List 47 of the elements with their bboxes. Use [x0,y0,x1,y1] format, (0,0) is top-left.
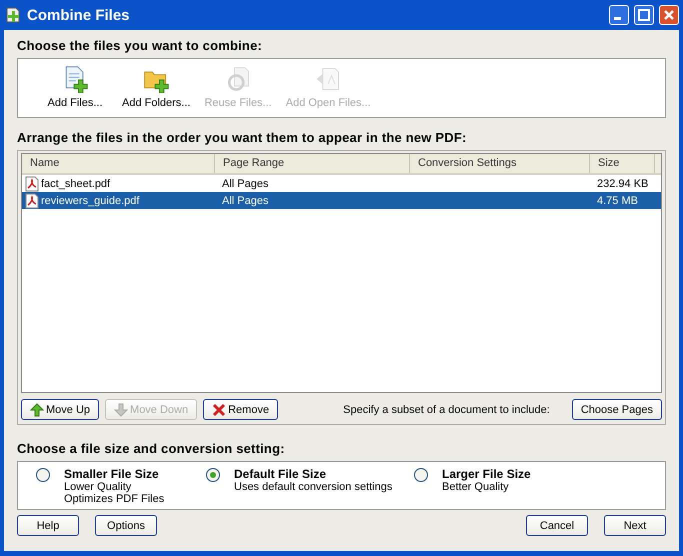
radio-button[interactable] [414,468,428,482]
option-description: Better Quality [442,481,510,493]
close-icon [212,402,226,416]
radio-button[interactable] [206,468,220,482]
up-arrow-icon [30,402,44,416]
file-name: reviewers_guide.pdf [41,194,140,206]
toolbar-button[interactable]: Add Files... [38,59,112,117]
choose-pages-button[interactable]: Choose Pages [572,399,662,420]
pdf-file-icon [25,176,39,192]
maximize-icon [635,6,653,24]
table-cell-text: All Pages [221,178,270,190]
footer-button[interactable]: Help [17,515,79,536]
option-title: Default File Size [234,467,328,481]
footer-button[interactable]: Cancel [526,515,588,536]
list-button[interactable]: Move Up [21,399,100,420]
radio-button[interactable] [36,468,50,482]
minimize-icon [614,17,621,20]
option-description: Uses default conversion settings [234,481,392,493]
column-header[interactable]: Name [22,154,215,173]
window-title: Combine Files [27,6,131,24]
toolbar-button[interactable]: Add Folders... [118,59,194,117]
subset-label: Specify a subset of a document to include: [343,404,550,416]
app-icon [4,6,22,24]
down-arrow-icon [114,402,128,416]
footer-button[interactable]: Next [604,515,666,536]
file-row[interactable]: reviewers_guide.pdf All Pages 4.75 MB [22,192,661,209]
column-header[interactable]: Conversion Settings [410,154,590,173]
minimize-button[interactable] [609,5,629,25]
footer-button[interactable]: Options [95,515,157,536]
option-description: Lower Quality [64,481,132,493]
option-description: Optimizes PDF Files [64,493,164,505]
file-name: fact_sheet.pdf [41,178,110,190]
option-title: Larger File Size [442,467,531,481]
table-cell-text: All Pages [221,194,270,206]
table-cell-text: 232.94 KB [596,178,650,190]
close-button[interactable] [659,5,679,25]
pdf-file-icon [25,192,39,208]
column-header[interactable]: Page Range [215,154,410,173]
section-heading: Choose the files you want to combine: [17,38,264,53]
list-button[interactable]: Remove [203,399,278,420]
column-header[interactable]: Size [590,154,655,173]
option-title: Smaller File Size [64,467,160,481]
section-heading: Arrange the files in the order you want them to appear in the new PDF: [17,130,468,145]
table-cell-text: 4.75 MB [596,194,639,206]
maximize-button[interactable] [634,5,654,25]
section-heading: Choose a file size and conversion setting: [17,441,286,456]
file-row[interactable]: fact_sheet.pdf All Pages 232.94 KB [22,175,661,192]
